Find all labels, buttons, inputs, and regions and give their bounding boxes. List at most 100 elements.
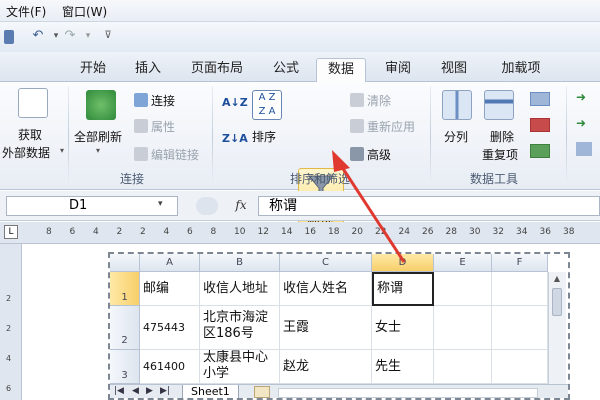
tab-data[interactable]: 数据 bbox=[316, 58, 366, 82]
tab-insert[interactable]: 插入 bbox=[126, 58, 170, 82]
horizontal-scrollbar[interactable] bbox=[278, 388, 538, 398]
tab-view[interactable]: 视图 bbox=[432, 58, 476, 82]
menu-file[interactable]: 文件(F) bbox=[6, 3, 46, 20]
clear-button[interactable]: 清除 bbox=[350, 92, 391, 109]
ruler-tick: 34 bbox=[516, 227, 528, 237]
insert-sheet-icon[interactable] bbox=[254, 386, 270, 398]
scrollbar-thumb[interactable] bbox=[552, 288, 562, 316]
cell-b2[interactable]: 北京市海淀区186号 bbox=[200, 306, 280, 350]
group-outline-icon[interactable]: ➜ bbox=[576, 90, 586, 104]
ruler-tick: 28 bbox=[445, 227, 457, 237]
name-box[interactable]: D1 bbox=[6, 196, 178, 216]
advanced-button[interactable]: 高级 bbox=[350, 146, 391, 163]
cell-b1[interactable]: 收信人地址 bbox=[200, 272, 280, 306]
tab-stop-selector[interactable]: L bbox=[4, 225, 18, 239]
connections-label: 连接 bbox=[151, 94, 176, 108]
refresh-dropdown-icon[interactable]: ▾ bbox=[96, 146, 100, 155]
cell-d1[interactable]: 称谓 bbox=[372, 272, 434, 306]
last-sheet-icon[interactable]: ▶| bbox=[160, 386, 170, 396]
column-header-d[interactable]: D bbox=[372, 254, 434, 272]
cell-c2[interactable]: 王霞 bbox=[280, 306, 372, 350]
customize-qat-icon[interactable]: ⊽ bbox=[100, 28, 116, 44]
what-if-icon[interactable] bbox=[530, 144, 550, 158]
reapply-label: 重新应用 bbox=[367, 120, 416, 134]
vertical-ruler: 2 2 4 6 bbox=[0, 244, 22, 400]
menu-window[interactable]: 窗口(W) bbox=[62, 3, 107, 20]
cell-f1[interactable] bbox=[492, 272, 548, 306]
cell-a1[interactable]: 邮编 bbox=[140, 272, 200, 306]
sort-descending-icon[interactable]: Z↓A bbox=[222, 132, 248, 145]
cell-d2[interactable]: 女士 bbox=[372, 306, 434, 350]
cell-e2[interactable] bbox=[434, 306, 492, 350]
cell-f3[interactable] bbox=[492, 350, 548, 384]
insert-function-button[interactable]: fx bbox=[228, 196, 254, 216]
column-header-c[interactable]: C bbox=[280, 254, 372, 272]
ribbon-panel: 获取 外部数据 ▾ 全部刷新 ▾ 连接 属性 编辑链接 连接 A↓Z Z↓A A… bbox=[0, 82, 600, 248]
column-header-a[interactable]: A bbox=[140, 254, 200, 272]
cell-a2[interactable]: 475443 bbox=[140, 306, 200, 350]
ruler-tick: 38 bbox=[563, 227, 575, 237]
select-all-corner[interactable] bbox=[110, 254, 140, 272]
tab-formulas[interactable]: 公式 bbox=[264, 58, 308, 82]
group-label-data-tools: 数据工具 bbox=[470, 172, 519, 186]
horizontal-ruler[interactable]: L 8 6 4 2 2 4 6 8 10 12 14 16 18 20 22 24 26 28 30 32 34 36 38 bbox=[0, 222, 600, 244]
formula-bar-toggle[interactable] bbox=[196, 197, 218, 215]
redo-icon[interactable]: ↷ bbox=[62, 28, 78, 44]
vertical-scrollbar[interactable]: ▲ bbox=[548, 272, 566, 386]
undo-icon[interactable]: ↶ bbox=[30, 28, 46, 44]
group-label-connections: 连接 bbox=[120, 172, 145, 186]
column-header-f[interactable]: F bbox=[492, 254, 548, 272]
sort-ascending-icon[interactable]: A↓Z bbox=[222, 96, 248, 109]
column-header-b[interactable]: B bbox=[200, 254, 280, 272]
external-data-icon bbox=[18, 88, 48, 118]
tab-review[interactable]: 审阅 bbox=[376, 58, 420, 82]
group-label-sort-filter: 排序和筛选 bbox=[290, 172, 351, 186]
sort-button[interactable]: 排序 bbox=[252, 128, 276, 145]
name-box-dropdown-icon[interactable]: ▾ bbox=[158, 199, 163, 209]
remove-duplicates-button[interactable]: 删除 bbox=[490, 128, 514, 145]
embedded-worksheet[interactable]: A B C D E F 1 2 3 邮编 收信人地址 收信人姓名 称谓 4754… bbox=[108, 252, 570, 400]
next-sheet-icon[interactable]: ▶ bbox=[146, 386, 153, 396]
formula-input[interactable]: 称谓 bbox=[258, 196, 600, 216]
cell-a3[interactable]: 461400 bbox=[140, 350, 200, 384]
connections-button[interactable]: 连接 bbox=[134, 92, 175, 109]
cell-c3[interactable]: 赵龙 bbox=[280, 350, 372, 384]
ruler-tick: 4 bbox=[93, 227, 99, 237]
get-external-label[interactable]: 获取 bbox=[18, 126, 42, 143]
sort-dialog-icon: A ZZ A bbox=[252, 90, 282, 120]
column-header-e[interactable]: E bbox=[434, 254, 492, 272]
get-external-label-2[interactable]: 外部数据 bbox=[2, 144, 50, 161]
ungroup-outline-icon[interactable]: ➜ bbox=[576, 116, 586, 130]
tab-add-ins[interactable]: 加载项 bbox=[492, 58, 550, 82]
edit-links-button[interactable]: 编辑链接 bbox=[134, 146, 199, 163]
ruler-tick: 30 bbox=[469, 227, 481, 237]
cell-e1[interactable] bbox=[434, 272, 492, 306]
tab-home[interactable]: 开始 bbox=[70, 58, 116, 82]
subtotal-icon[interactable] bbox=[576, 142, 592, 156]
redo-dropdown-icon[interactable]: ▾ bbox=[80, 28, 96, 44]
tab-page-layout[interactable]: 页面布局 bbox=[184, 58, 250, 82]
cell-f2[interactable] bbox=[492, 306, 548, 350]
first-sheet-icon[interactable]: |◀ bbox=[114, 386, 124, 396]
save-icon[interactable] bbox=[4, 30, 14, 44]
ruler-tick: 2 bbox=[140, 227, 146, 237]
row-header-2[interactable]: 2 bbox=[110, 306, 140, 350]
cell-e3[interactable] bbox=[434, 350, 492, 384]
refresh-all-button[interactable]: 全部刷新 bbox=[74, 128, 122, 145]
properties-button[interactable]: 属性 bbox=[134, 118, 175, 135]
scroll-up-icon[interactable]: ▲ bbox=[551, 274, 563, 284]
cell-d3[interactable]: 先生 bbox=[372, 350, 434, 384]
row-header-3[interactable]: 3 bbox=[110, 350, 140, 384]
data-validation-icon[interactable] bbox=[530, 92, 550, 106]
row-header-1[interactable]: 1 bbox=[110, 272, 140, 306]
sheet-tab-sheet1[interactable]: Sheet1 bbox=[182, 385, 239, 398]
external-dropdown-icon[interactable]: ▾ bbox=[60, 146, 64, 155]
cell-c1[interactable]: 收信人姓名 bbox=[280, 272, 372, 306]
text-to-columns-button[interactable]: 分列 bbox=[444, 128, 468, 145]
prev-sheet-icon[interactable]: ◀ bbox=[132, 386, 139, 396]
ruler-tick: 12 bbox=[257, 227, 269, 237]
sheet-tab-bar: |◀ ◀ ▶ ▶| Sheet1 bbox=[110, 384, 568, 398]
reapply-button[interactable]: 重新应用 bbox=[350, 118, 415, 135]
cell-b3[interactable]: 太康县中心小学 bbox=[200, 350, 280, 384]
consolidate-icon[interactable] bbox=[530, 118, 550, 132]
